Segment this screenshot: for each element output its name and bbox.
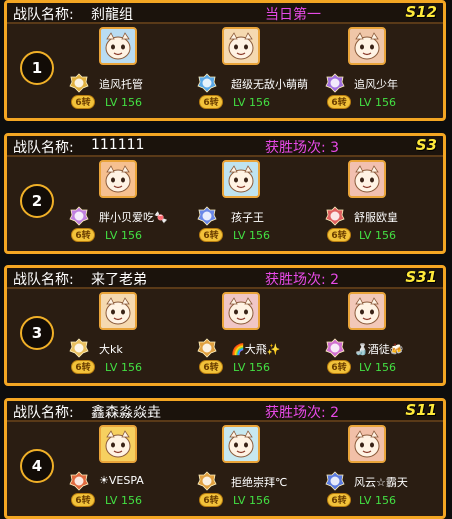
player-name[interactable]: 风云☆霸天 [354, 474, 408, 490]
team-status: 当日第一 [265, 7, 321, 23]
rebirth-coin-icon: 6转 [327, 228, 351, 242]
player-name[interactable]: 超级无敌小萌萌 [231, 76, 308, 92]
rank-medal-icon [197, 471, 217, 491]
player-level: LV 156 [359, 494, 396, 507]
season-badge: S3 [415, 136, 437, 154]
team-name: 111111 [91, 137, 145, 153]
season-badge: S31 [405, 268, 437, 286]
player-level: LV 156 [233, 361, 270, 374]
rank-medal-icon [197, 338, 217, 358]
player-name[interactable]: ☀VESPA [99, 474, 144, 487]
team-status: 获胜场次: 2 [265, 405, 340, 421]
season-badge: S12 [405, 3, 437, 21]
player-name[interactable]: 追风少年 [354, 76, 398, 92]
team-name-label: 战队名称: [13, 7, 74, 23]
player-level: LV 156 [233, 96, 270, 109]
rank-medal-icon [325, 338, 345, 358]
player-level: LV 156 [105, 494, 142, 507]
player-level: LV 156 [359, 229, 396, 242]
team-panel: 战队名称: 鑫森淼焱垚 获胜场次: 2 S11 4 ☀VESPA 6转 LV 156 拒绝崇拜℃… [4, 398, 446, 519]
rank-number: 4 [20, 449, 54, 483]
rank-number: 3 [20, 316, 54, 350]
rebirth-coin-icon: 6转 [71, 95, 95, 109]
team-header: 战队名称: 鑫森淼焱垚 获胜场次: 2 S11 [7, 401, 443, 422]
rank-medal-icon [325, 206, 345, 226]
team-status: 获胜场次: 3 [265, 140, 340, 156]
golden-avatar-icon[interactable] [99, 425, 137, 463]
player-level: LV 156 [105, 96, 142, 109]
fox-avatar-icon[interactable] [348, 160, 386, 198]
player-name[interactable]: 🍶酒徒🍻 [354, 341, 403, 357]
rank-medal-icon [197, 73, 217, 93]
cat-avatar-icon[interactable] [99, 160, 137, 198]
player-name[interactable]: 🌈大飛✨ [231, 341, 280, 357]
team-status: 获胜场次: 2 [265, 272, 340, 288]
rebirth-coin-icon: 6转 [199, 95, 223, 109]
player-level: LV 156 [105, 361, 142, 374]
player-level: LV 156 [359, 96, 396, 109]
rank-medal-icon [69, 206, 89, 226]
player-level: LV 156 [359, 361, 396, 374]
player-level: LV 156 [105, 229, 142, 242]
team-panel: 战队名称: 来了老弟 获胜场次: 2 S31 3 大kk 6转 LV 156 🌈大飛✨ 6转 LV … [4, 265, 446, 386]
team-panel: 战队名称: 111111 获胜场次: 3 S3 2 胖小贝爱吃🍬 6转 LV 156 孩子王 6转… [4, 133, 446, 254]
team-header: 战队名称: 111111 获胜场次: 3 S3 [7, 136, 443, 157]
player-name[interactable]: 拒绝崇拜℃ [231, 474, 287, 490]
ice-wolf-avatar-icon[interactable] [222, 160, 260, 198]
player-name[interactable]: 孩子王 [231, 209, 264, 225]
horned-avatar-icon[interactable] [348, 27, 386, 65]
team-name-label: 战队名称: [13, 272, 74, 288]
team-header: 战队名称: 来了老弟 获胜场次: 2 S31 [7, 268, 443, 289]
player-name[interactable]: 追风托管 [99, 76, 143, 92]
player-name[interactable]: 胖小贝爱吃🍬 [99, 209, 168, 225]
team-header: 战队名称: 刹龍组 当日第一 S12 [7, 3, 443, 24]
team-name-label: 战队名称: [13, 405, 74, 421]
rank-medal-icon [325, 73, 345, 93]
lion-avatar-icon[interactable] [99, 292, 137, 330]
horned-avatar-icon[interactable] [348, 425, 386, 463]
fox-avatar-icon[interactable] [222, 292, 260, 330]
rebirth-coin-icon: 6转 [199, 360, 223, 374]
rank-number: 1 [20, 51, 54, 85]
lion-avatar-icon[interactable] [222, 27, 260, 65]
rebirth-coin-icon: 6转 [327, 360, 351, 374]
white-fox-avatar-icon[interactable] [222, 425, 260, 463]
player-name[interactable]: 舒服欧皇 [354, 209, 398, 225]
white-bear-avatar-icon[interactable] [99, 27, 137, 65]
rank-medal-icon [69, 73, 89, 93]
rank-medal-icon [69, 338, 89, 358]
rank-medal-icon [325, 471, 345, 491]
rebirth-coin-icon: 6转 [199, 228, 223, 242]
rebirth-coin-icon: 6转 [71, 228, 95, 242]
rebirth-coin-icon: 6转 [199, 493, 223, 507]
team-name: 刹龍组 [91, 7, 133, 23]
team-panel: 战队名称: 刹龍组 当日第一 S12 1 追风托管 6转 LV 156 超级无敌小萌萌 6转 LV … [4, 0, 446, 121]
rank-medal-icon [197, 206, 217, 226]
rank-medal-icon [69, 471, 89, 491]
team-name: 来了老弟 [91, 272, 147, 288]
rank-number: 2 [20, 184, 54, 218]
rebirth-coin-icon: 6转 [327, 493, 351, 507]
rebirth-coin-icon: 6转 [71, 360, 95, 374]
rebirth-coin-icon: 6转 [327, 95, 351, 109]
player-name[interactable]: 大kk [99, 341, 123, 357]
team-name: 鑫森淼焱垚 [91, 405, 161, 421]
season-badge: S11 [405, 401, 437, 419]
player-level: LV 156 [233, 229, 270, 242]
team-name-label: 战队名称: [13, 140, 74, 156]
player-level: LV 156 [233, 494, 270, 507]
horned-avatar-icon[interactable] [348, 292, 386, 330]
rebirth-coin-icon: 6转 [71, 493, 95, 507]
